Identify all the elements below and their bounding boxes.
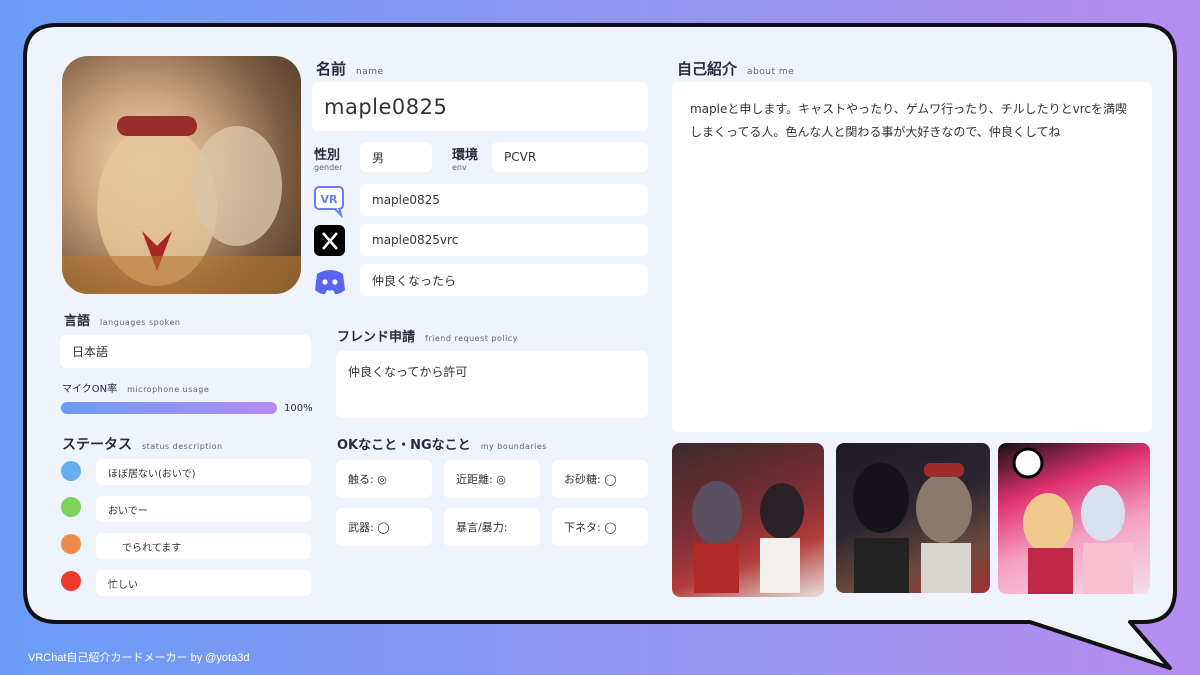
status-dot-red [61, 571, 81, 591]
languages-sublabel: languages spoken [100, 318, 181, 327]
languages-heading: 言語 languages spoken [64, 310, 180, 329]
boundary-item: 武器: ◯ [336, 508, 432, 546]
discord-id-field: 仲良くなったら [360, 264, 648, 296]
boundary-item: 近距離: ◎ [444, 460, 540, 498]
x-icon [313, 224, 347, 258]
vrchat-icon: VR [313, 184, 347, 219]
languages-field: 日本語 [60, 335, 311, 368]
mic-heading: マイクON率 microphone usage [62, 380, 209, 395]
gender-label: 性別 [314, 148, 341, 163]
about-heading: 自己紹介 about me [677, 58, 794, 79]
avatar-photo [62, 56, 301, 294]
status-label: ステータス [62, 437, 132, 453]
mic-bar-track [61, 402, 277, 414]
gender-field: 男 [360, 142, 432, 172]
gallery-photo-2 [836, 443, 990, 593]
boundary-item: 触る: ◎ [336, 460, 432, 498]
env-sublabel: env [452, 163, 467, 172]
mic-label: マイクON率 [62, 384, 118, 395]
mic-sublabel: microphone usage [127, 385, 210, 394]
gallery-photo-3 [998, 443, 1150, 594]
status-dot-orange [61, 534, 81, 554]
name-label: 名前 [316, 60, 347, 78]
about-label: 自己紹介 [677, 60, 738, 78]
mic-bar-fill [61, 402, 277, 414]
mic-percent: 100% [284, 403, 313, 414]
env-label: 環境 [452, 148, 479, 163]
friend-policy-field: 仲良くなってから許可 [336, 351, 648, 418]
x-id-field: maple0825vrc [360, 224, 648, 256]
env-heading: 環境 env [452, 144, 478, 172]
friend-label: フレンド申請 [337, 330, 416, 345]
boundary-item: 下ネタ: ◯ [552, 508, 648, 546]
boundaries-label: OKなこと・NGなこと [337, 438, 471, 453]
svg-text:VR: VR [321, 193, 339, 206]
friend-sublabel: friend request policy [425, 334, 518, 343]
status-text-green: おいでー [96, 496, 311, 522]
status-text-blue: ほぼ居ない(おいで) [96, 459, 311, 485]
boundaries-heading: OKなこと・NGなこと my boundaries [337, 434, 547, 453]
gender-heading: 性別 gender [314, 144, 342, 172]
friend-heading: フレンド申請 friend request policy [337, 326, 518, 345]
boundary-item: 暴言/暴力: [444, 508, 540, 546]
status-dot-green [61, 497, 81, 517]
gallery-photo-1 [672, 443, 824, 597]
gender-sublabel: gender [314, 163, 343, 172]
name-field: maple0825 [312, 82, 648, 131]
languages-label: 言語 [64, 314, 91, 329]
about-text-box: mapleと申します。キャストやったり、ゲムワ行ったり、チルしたりとvrcを満喫… [672, 82, 1152, 432]
name-heading: 名前 name [316, 58, 384, 79]
status-dot-blue [61, 461, 81, 481]
env-field: PCVR [492, 142, 648, 172]
discord-icon [313, 264, 347, 298]
status-text-orange: でられてます [96, 533, 311, 559]
footer-credit: VRChat自己紹介カードメーカー by @yota3d [28, 652, 250, 664]
status-heading: ステータス status description [62, 434, 223, 454]
name-sublabel: name [356, 67, 384, 77]
boundary-item: お砂糖: ◯ [552, 460, 648, 498]
boundaries-sublabel: my boundaries [480, 442, 547, 451]
about-sublabel: about me [747, 67, 795, 77]
status-text-red: 忙しい [96, 570, 311, 596]
vrchat-id-field: maple0825 [360, 184, 648, 216]
status-sublabel: status description [142, 442, 223, 451]
